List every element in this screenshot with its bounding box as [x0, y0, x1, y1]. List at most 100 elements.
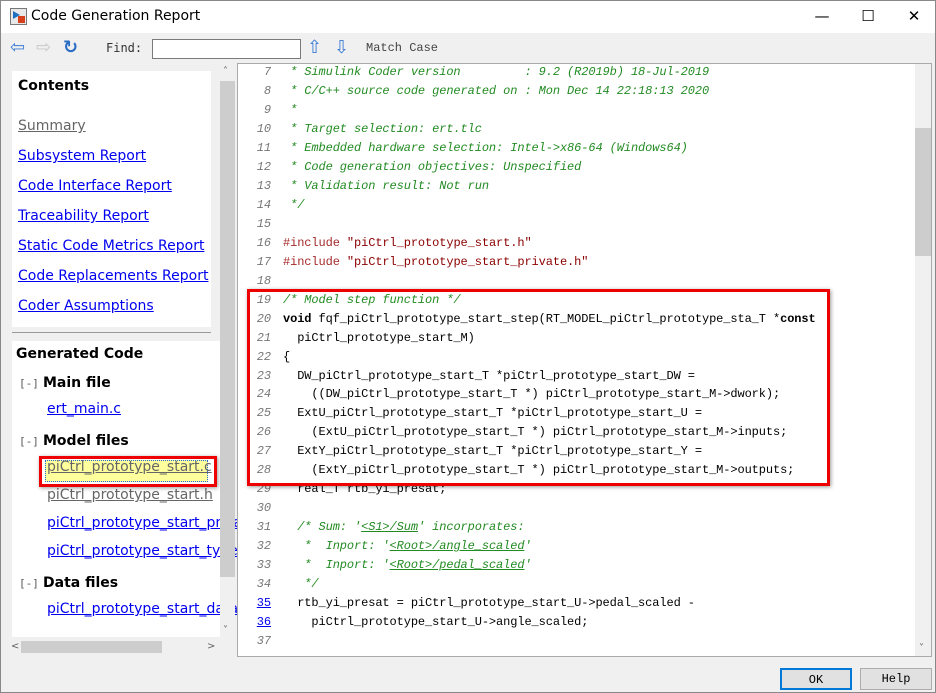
nav-link[interactable]: Subsystem Report: [18, 148, 146, 164]
file-group-label: Model files: [43, 433, 129, 449]
line-number: 30: [256, 501, 271, 516]
forward-arrow-icon[interactable]: ⇨: [36, 38, 51, 58]
code-link[interactable]: <Root>/pedal_scaled: [390, 558, 525, 572]
code-line: 35 rtb_yi_presat = piCtrl_prototype_star…: [238, 594, 914, 613]
code-line: 16 #include "piCtrl_prototype_start.h": [238, 234, 914, 253]
file-link[interactable]: piCtrl_prototype_start.h: [47, 487, 213, 503]
file-group-label: Data files: [43, 575, 119, 591]
find-next-icon[interactable]: ⇩: [334, 38, 349, 58]
code-text: /* Sum: '<S1>/Sum' incorporates:: [283, 518, 524, 537]
code-text: */: [283, 196, 304, 215]
line-number: 34: [256, 577, 271, 592]
code-line: 31 /* Sum: '<S1>/Sum' incorporates:: [238, 518, 914, 537]
code-line: 9 *: [238, 101, 914, 120]
line-number: 7: [263, 65, 271, 79]
help-button[interactable]: Help: [860, 668, 932, 690]
code-text: */: [283, 575, 318, 594]
line-number: 16: [256, 235, 271, 250]
window-title: Code Generation Report: [31, 8, 201, 24]
code-line: 30: [238, 499, 914, 518]
nav-link[interactable]: Summary: [18, 118, 86, 134]
code-line: 36 piCtrl_prototype_start_U->angle_scale…: [238, 613, 914, 632]
code-token: ': [524, 539, 532, 554]
code-token: "piCtrl_prototype_start.h": [346, 235, 532, 250]
find-input[interactable]: [152, 39, 301, 59]
code-text: * Target selection: ert.tlc: [283, 120, 482, 139]
code-vertical-scroll-thumb[interactable]: [915, 128, 931, 256]
scroll-right-icon[interactable]: >: [207, 641, 215, 652]
code-token: #include: [283, 235, 347, 250]
code-token: * C/C++ source code generated on : Mon D…: [283, 83, 710, 98]
code-line: 32 * Inport: '<Root>/angle_scaled': [238, 537, 914, 556]
line-number: 32: [256, 539, 271, 554]
left-vertical-scroll-thumb[interactable]: [220, 81, 235, 577]
match-case-toggle[interactable]: Match Case: [366, 41, 438, 55]
line-number: 17: [256, 254, 271, 269]
code-token: ': [524, 558, 532, 573]
code-token: piCtrl_prototype_start_U->angle_scaled;: [283, 615, 589, 630]
minimize-icon[interactable]: —: [799, 1, 845, 33]
code-line: 14 */: [238, 196, 914, 215]
code-line: 33 * Inport: '<Root>/pedal_scaled': [238, 556, 914, 575]
code-line: 7 * Simulink Coder version : 9.2 (R2019b…: [238, 64, 914, 82]
code-link[interactable]: <Root>/angle_scaled: [390, 539, 525, 553]
close-icon[interactable]: ✕: [891, 1, 936, 33]
contents-title: Contents: [18, 78, 90, 94]
code-link[interactable]: <S1>/Sum: [361, 520, 418, 534]
code-line: 11 * Embedded hardware selection: Intel-…: [238, 139, 914, 158]
code-text: * Code generation objectives: Unspecifie…: [283, 158, 581, 177]
scroll-left-icon[interactable]: <: [11, 641, 19, 652]
nav-link[interactable]: Code Interface Report: [18, 178, 172, 194]
line-number: 31: [256, 520, 271, 535]
collapse-toggle[interactable]: [-]: [19, 435, 39, 448]
code-line: 12 * Code generation objectives: Unspeci…: [238, 158, 914, 177]
left-horizontal-scroll-thumb[interactable]: [21, 641, 162, 653]
code-token: #include: [283, 254, 347, 269]
code-text: rtb_yi_presat = piCtrl_prototype_start_U…: [283, 594, 695, 613]
line-number[interactable]: 36: [238, 613, 271, 632]
code-scroll-down-icon[interactable]: ˅: [919, 643, 924, 654]
code-token: */: [283, 197, 305, 212]
line-number[interactable]: 35: [238, 594, 271, 613]
code-line: 10 * Target selection: ert.tlc: [238, 120, 914, 139]
file-link[interactable]: piCtrl_prototype_start_private.h: [47, 515, 269, 531]
collapse-toggle[interactable]: [-]: [19, 377, 39, 390]
file-annotation-box: [39, 456, 217, 487]
line-number: 18: [256, 273, 271, 288]
code-token: /* Sum: ': [283, 520, 362, 535]
maximize-icon[interactable]: ☐: [845, 1, 891, 33]
ok-button[interactable]: OK: [780, 668, 852, 690]
code-line: 15: [238, 215, 914, 234]
refresh-icon[interactable]: ↻: [63, 38, 78, 58]
divider: [12, 332, 211, 333]
back-arrow-icon[interactable]: ⇦: [10, 38, 25, 58]
line-number: 9: [263, 102, 271, 117]
file-link[interactable]: ert_main.c: [47, 401, 121, 417]
nav-link[interactable]: Code Replacements Report: [18, 268, 208, 284]
scroll-down-icon[interactable]: ˅: [223, 625, 228, 636]
code-text: * C/C++ source code generated on : Mon D…: [283, 82, 709, 101]
file-group-label: Main file: [43, 375, 111, 391]
line-number: 14: [256, 197, 271, 212]
scroll-up-icon[interactable]: ˄: [223, 66, 228, 77]
generated-code-title: Generated Code: [16, 346, 144, 362]
code-text: * Validation result: Not run: [283, 177, 489, 196]
contents-panel: [12, 71, 211, 327]
app-icon: [10, 8, 27, 25]
line-number: 12: [256, 159, 271, 174]
line-number: 33: [256, 558, 271, 573]
code-token: * Code generation objectives: Unspecifie…: [283, 159, 582, 174]
code-token: "piCtrl_prototype_start_private.h": [346, 254, 589, 269]
find-previous-icon[interactable]: ⇧: [307, 38, 322, 58]
code-token: * Simulink Coder version : 9.2 (R2019b) …: [283, 65, 710, 79]
nav-link[interactable]: Static Code Metrics Report: [18, 238, 204, 254]
code-line: 37: [238, 632, 914, 651]
collapse-toggle[interactable]: [-]: [19, 577, 39, 590]
code-annotation-box: [247, 289, 830, 486]
nav-link[interactable]: Traceability Report: [18, 208, 149, 224]
code-line: 17 #include "piCtrl_prototype_start_priva…: [238, 253, 914, 272]
line-number: 37: [256, 634, 271, 649]
code-text: * Simulink Coder version : 9.2 (R2019b) …: [283, 64, 710, 82]
code-token: * Inport: ': [283, 539, 390, 554]
nav-link[interactable]: Coder Assumptions: [18, 298, 154, 314]
